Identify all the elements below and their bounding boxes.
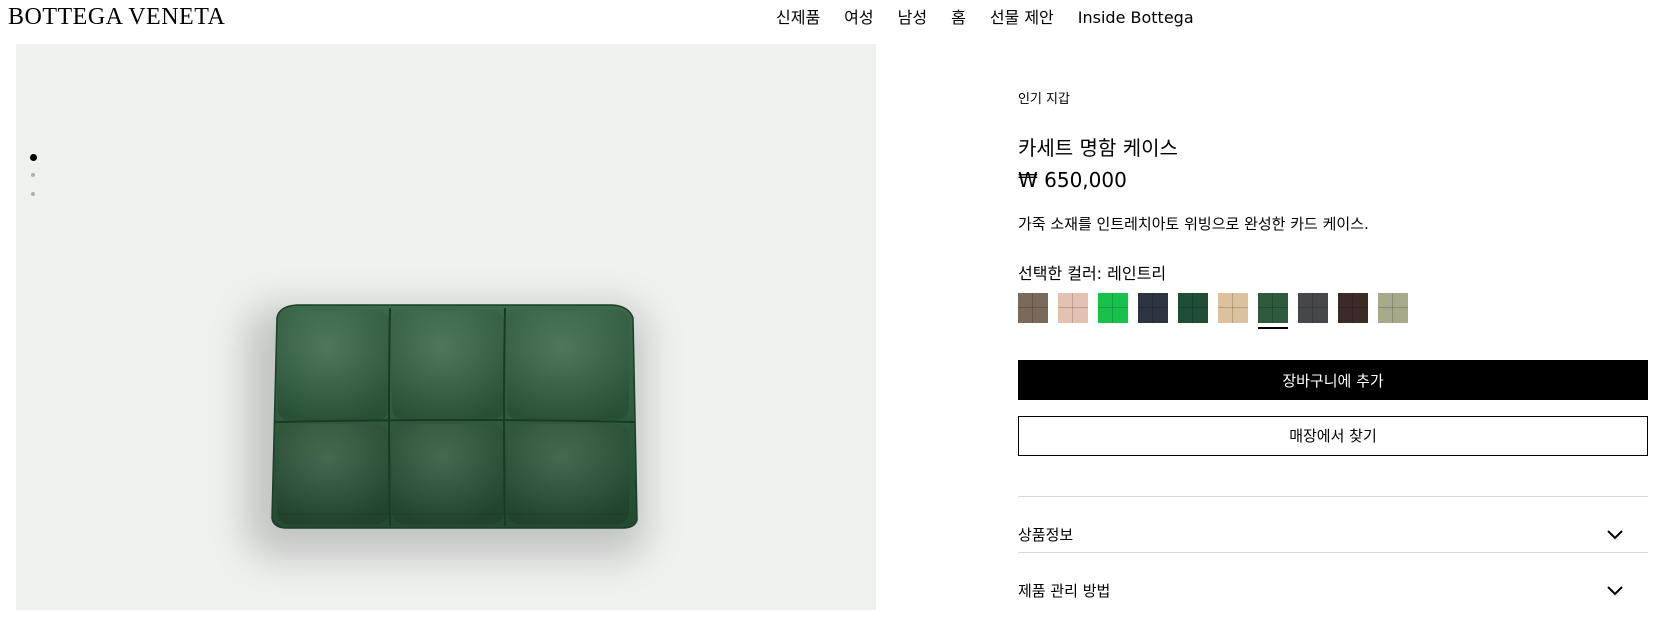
chevron-down-icon [1607, 530, 1623, 540]
color-swatch[interactable] [1218, 293, 1248, 323]
gallery-dot[interactable] [31, 173, 35, 177]
color-swatch[interactable] [1298, 293, 1328, 323]
nav-item-home[interactable]: 홈 [951, 7, 966, 29]
divider [1018, 496, 1648, 497]
accordion-label: 상품정보 [1018, 526, 1074, 544]
add-to-cart-button[interactable]: 장바구니에 추가 [1018, 360, 1648, 400]
accordion-label: 제품 관리 방법 [1018, 582, 1111, 600]
product-image [271, 304, 638, 529]
divider [1018, 552, 1648, 553]
selected-color-label: 선택한 컬러: 레인트리 [1018, 264, 1167, 283]
chevron-down-icon [1607, 586, 1623, 596]
gallery-dot-active[interactable] [29, 154, 37, 161]
nav-item-new[interactable]: 신제품 [776, 7, 820, 29]
color-swatch-selected[interactable] [1258, 293, 1288, 329]
gallery-dot[interactable] [31, 192, 35, 196]
color-swatch[interactable] [1338, 293, 1368, 323]
color-swatch[interactable] [1058, 293, 1088, 323]
product-title: 카세트 명함 케이스 [1018, 136, 1178, 160]
product-description: 가죽 소재를 인트레치아토 위빙으로 완성한 카드 케이스. [1018, 215, 1369, 233]
color-swatch[interactable] [1178, 293, 1208, 323]
product-details: 인기 지갑 카세트 명함 케이스 ₩ 650,000 가죽 소재를 인트레치아토… [1018, 0, 1648, 610]
find-in-store-button[interactable]: 매장에서 찾기 [1018, 416, 1648, 456]
selected-swatch-indicator [1258, 327, 1288, 329]
accordion-care[interactable]: 제품 관리 방법 [1018, 564, 1648, 620]
accordion-product-info[interactable]: 상품정보 [1018, 508, 1648, 564]
product-gallery [16, 44, 876, 610]
color-swatch[interactable] [1018, 293, 1048, 323]
color-swatch[interactable] [1138, 293, 1168, 323]
product-price: ₩ 650,000 [1018, 168, 1127, 192]
product-category[interactable]: 인기 지갑 [1018, 91, 1070, 109]
nav-item-men[interactable]: 남성 [898, 7, 927, 29]
gallery-pagination [29, 154, 37, 211]
color-swatch[interactable] [1098, 293, 1128, 323]
nav-item-women[interactable]: 여성 [844, 7, 873, 29]
color-swatches [1018, 293, 1408, 329]
color-swatch[interactable] [1378, 293, 1408, 323]
brand-logo[interactable]: BOTTEGA VENETA [8, 2, 225, 32]
